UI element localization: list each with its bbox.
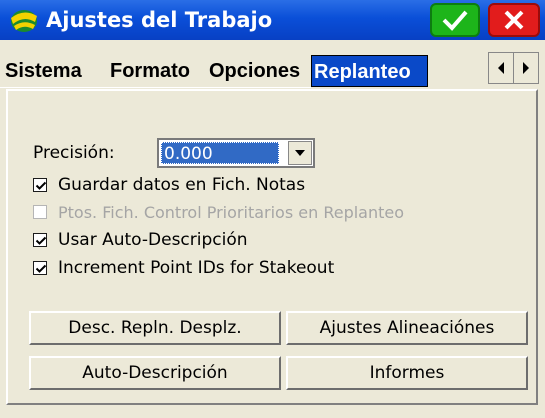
usar-auto-descripcion-label: Usar Auto-Descripción [58, 230, 248, 250]
increment-point-ids-checkbox[interactable] [33, 261, 47, 275]
checkmark-icon [442, 10, 468, 31]
close-icon [504, 10, 524, 30]
checkmark-icon [35, 264, 47, 273]
precision-select[interactable]: 0.000 [157, 138, 315, 168]
close-button[interactable] [488, 3, 540, 37]
guardar-datos-checkbox[interactable] [33, 178, 47, 192]
tab-replanteo[interactable]: Replanteo [311, 55, 428, 87]
arrow-right-icon [523, 62, 529, 74]
app-logo-icon [8, 6, 40, 34]
guardar-datos-label: Guardar datos en Fich. Notas [58, 175, 306, 195]
checkmark-icon [35, 236, 47, 245]
tab-underline [0, 87, 311, 88]
increment-point-ids-label: Increment Point IDs for Stakeout [58, 258, 335, 278]
ptos-control-label: Ptos. Fich. Control Prioritarios en Repl… [58, 203, 405, 222]
desc-repln-desplz-button[interactable]: Desc. Repln. Desplz. [29, 311, 281, 345]
ajustes-alineaciones-button[interactable]: Ajustes Alineaciónes [286, 311, 528, 345]
tab-opciones[interactable]: Opciones [207, 55, 310, 87]
window-title: Ajustes del Trabajo [46, 8, 273, 32]
chevron-down-icon [295, 150, 305, 156]
arrow-left-icon [498, 62, 504, 74]
ok-button[interactable] [430, 3, 480, 37]
precision-dropdown-button[interactable] [288, 141, 312, 165]
title-bar: Ajustes del Trabajo [0, 0, 545, 40]
tab-scroll-right-button[interactable] [513, 52, 539, 84]
precision-label: Precisión: [33, 143, 115, 163]
tab-scroll-left-button[interactable] [488, 52, 514, 84]
informes-button[interactable]: Informes [286, 356, 528, 390]
precision-value: 0.000 [161, 142, 279, 164]
auto-descripcion-button[interactable]: Auto-Descripción [29, 356, 281, 390]
tab-sistema[interactable]: Sistema [3, 55, 107, 87]
usar-auto-descripcion-checkbox[interactable] [33, 233, 47, 247]
checkmark-icon [35, 181, 47, 190]
ptos-control-checkbox [33, 205, 47, 219]
tab-formato[interactable]: Formato [108, 55, 206, 87]
